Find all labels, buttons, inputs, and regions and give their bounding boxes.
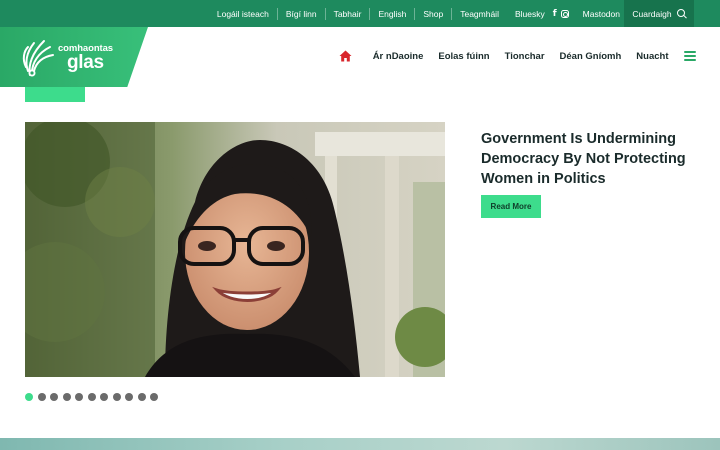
donate-link[interactable]: Tabhair (324, 7, 370, 20)
search-button[interactable]: Cuardaigh (624, 0, 694, 27)
logo-text-bottom: glas (67, 52, 104, 73)
mastodon-link[interactable]: Mastodon (575, 8, 624, 20)
carousel-dot-11[interactable] (150, 393, 158, 401)
hamburger-menu-icon[interactable] (684, 51, 696, 61)
search-icon (676, 9, 686, 18)
next-section-preview (0, 438, 720, 450)
english-link[interactable]: English (369, 7, 414, 20)
social-icons: f (549, 9, 575, 19)
nav-item-about[interactable]: Eolas fúinn (438, 51, 489, 62)
carousel-dots (25, 393, 158, 401)
bluesky-link[interactable]: Bluesky (507, 8, 549, 20)
sunflower-logo-icon (22, 40, 54, 77)
carousel-dot-2[interactable] (37, 393, 46, 401)
nav-item-impact[interactable]: Tionchar (505, 51, 545, 62)
hero-image (25, 122, 445, 377)
nav-item-take-action[interactable]: Déan Gníomh (560, 51, 622, 62)
carousel-dot-6[interactable] (87, 393, 96, 401)
carousel-dot-4[interactable] (62, 393, 71, 401)
nav-item-people[interactable]: Ár nDaoine (373, 51, 424, 62)
carousel-dot-10[interactable] (137, 393, 146, 401)
contact-link[interactable]: Teagmháil (451, 7, 507, 20)
search-label: Cuardaigh (632, 8, 672, 19)
nav-item-news[interactable]: Nuacht (636, 51, 668, 62)
carousel-dot-1[interactable] (25, 393, 33, 401)
shop-link[interactable]: Shop (414, 7, 451, 20)
section-tab (25, 87, 85, 102)
carousel-dot-3[interactable] (50, 393, 58, 401)
portrait-photo (25, 122, 445, 377)
carousel-dot-5[interactable] (75, 393, 83, 401)
site-logo[interactable]: comhaontas glas (0, 27, 148, 87)
utility-links: Logáil isteach Bígí linn Tabhair English… (209, 0, 624, 27)
main-nav: Ár nDaoine Eolas fúinn Tionchar Déan Gní… (339, 47, 696, 65)
instagram-icon[interactable] (560, 9, 569, 18)
carousel-dot-9[interactable] (125, 393, 133, 401)
topbar-edge (694, 0, 720, 27)
carousel-dot-8[interactable] (112, 393, 121, 401)
facebook-icon[interactable]: f (553, 9, 557, 19)
login-link[interactable]: Logáil isteach (209, 8, 277, 20)
carousel-dot-7[interactable] (100, 393, 108, 401)
join-link[interactable]: Bígí linn (276, 7, 325, 20)
read-more-button[interactable]: Read More (481, 195, 541, 218)
top-utility-bar: Logáil isteach Bígí linn Tabhair English… (0, 0, 720, 27)
slide-headline[interactable]: Government Is Undermining Democracy By N… (481, 129, 701, 189)
home-icon[interactable] (339, 50, 352, 62)
